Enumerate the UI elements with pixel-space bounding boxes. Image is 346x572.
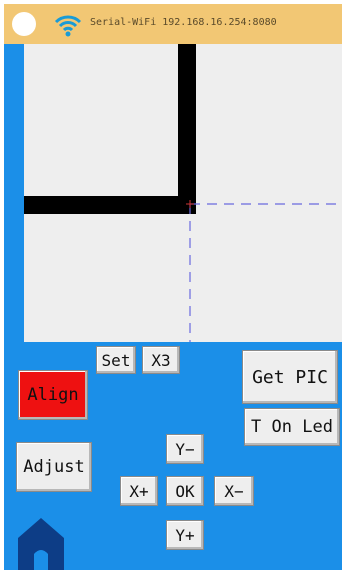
align-button[interactable]: Align xyxy=(18,370,88,420)
x-minus-button[interactable]: X− xyxy=(214,476,254,506)
x3-button[interactable]: X3 xyxy=(142,346,180,374)
y-minus-button[interactable]: Y− xyxy=(166,434,204,464)
ok-button[interactable]: OK xyxy=(166,476,204,506)
y-plus-button[interactable]: Y+ xyxy=(166,520,204,550)
x-plus-button[interactable]: X+ xyxy=(120,476,158,506)
set-button[interactable]: Set xyxy=(96,346,136,374)
black-line-horizontal xyxy=(24,196,196,214)
status-bar: Serial-WiFi 192.168.16.254:8080 xyxy=(4,4,342,44)
camera-view[interactable] xyxy=(24,44,342,342)
connection-status-text: Serial-WiFi 192.168.16.254:8080 xyxy=(90,17,277,28)
status-dot-icon xyxy=(12,12,36,36)
camera-image xyxy=(24,44,342,342)
app-screen: Serial-WiFi 192.168.16.254:8080 Set X3 A… xyxy=(4,4,342,570)
get-pic-button[interactable]: Get PIC xyxy=(242,350,338,404)
home-icon[interactable] xyxy=(16,516,66,570)
black-line-vertical xyxy=(178,44,196,214)
adjust-button[interactable]: Adjust xyxy=(16,442,92,492)
wifi-icon xyxy=(54,15,82,37)
toggle-led-button[interactable]: T On Led xyxy=(244,408,340,446)
